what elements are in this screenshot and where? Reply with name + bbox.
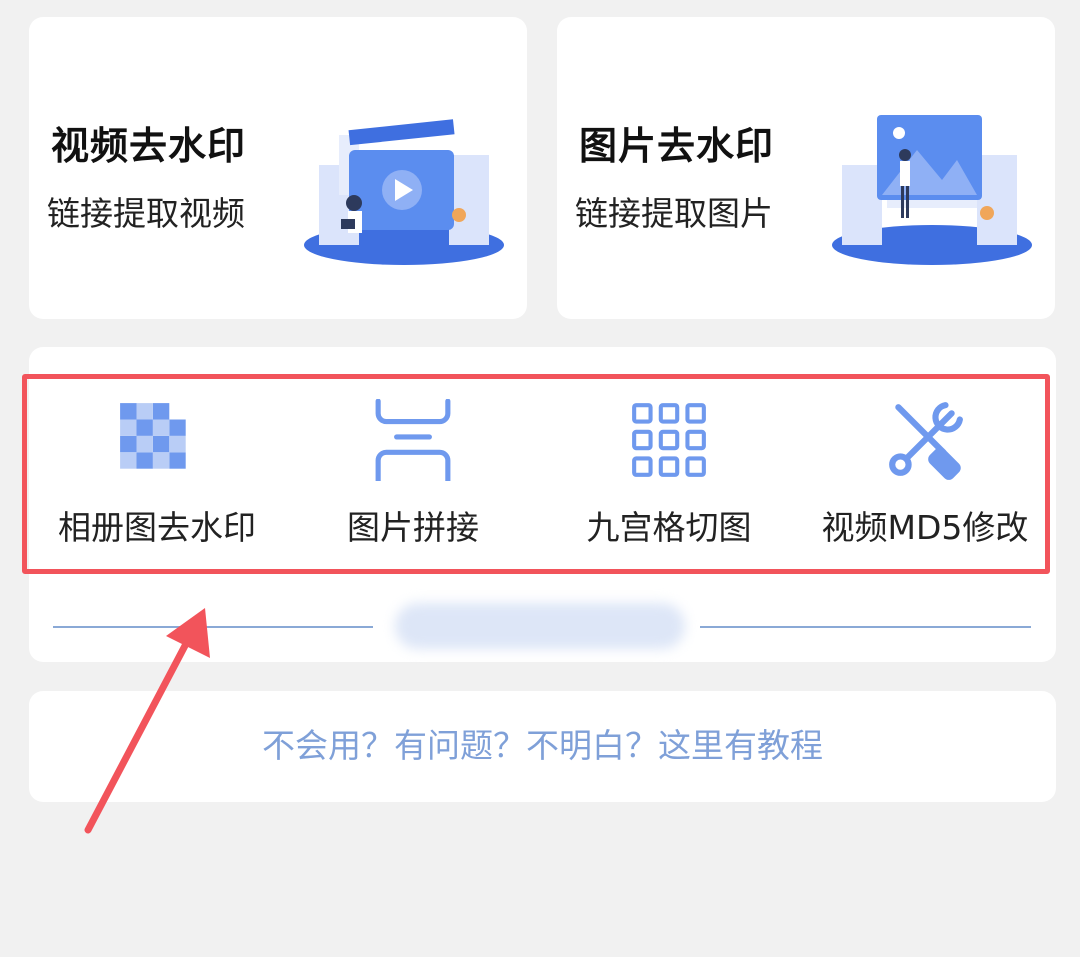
divider-right [700,626,1031,628]
highlight-box [22,374,1050,574]
video-watermark-card[interactable]: 视频去水印 链接提取视频 [29,17,527,319]
arrow-annotation-icon [84,608,210,834]
video-card-title: 视频去水印 [51,124,247,168]
image-illustration-icon [832,115,1032,265]
image-watermark-card[interactable]: 图片去水印 链接提取图片 [557,17,1055,319]
image-card-subtitle: 链接提取图片 [575,194,773,233]
video-illustration-icon [304,119,504,265]
image-card-title: 图片去水印 [579,124,775,168]
video-card-subtitle: 链接提取视频 [47,194,245,233]
blurred-text [395,603,685,649]
